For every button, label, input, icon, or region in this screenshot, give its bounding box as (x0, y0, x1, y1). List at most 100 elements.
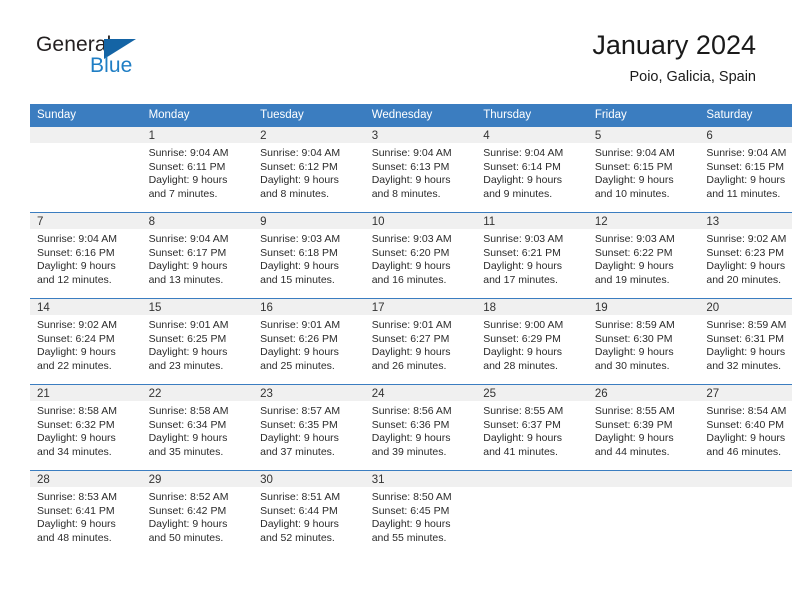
calendar-container: Sunday Monday Tuesday Wednesday Thursday… (30, 104, 792, 556)
weekday-header-tuesday: Tuesday (253, 104, 365, 127)
day-details (30, 143, 142, 147)
sunset-text: Sunset: 6:39 PM (594, 418, 673, 431)
calendar-day-cell[interactable]: 14 Sunrise: 9:02 AM Sunset: 6:24 PM Dayligh… (30, 298, 142, 385)
calendar-header-row: Sunday Monday Tuesday Wednesday Thursday… (30, 104, 792, 127)
calendar-day-cell[interactable]: 9 Sunrise: 9:03 AM Sunset: 6:18 PM Daylight… (253, 212, 365, 299)
daylight-text-line2: and 41 minutes. (483, 445, 558, 458)
sunrise-text: Sunrise: 9:02 AM (706, 233, 787, 245)
daylight-text-line1: Daylight: 9 hours (37, 346, 116, 359)
day-number: 26 (587, 385, 700, 401)
calendar-day-cell[interactable]: 19 Sunrise: 8:59 AM Sunset: 6:30 PM Dayligh… (587, 298, 700, 385)
calendar-day-cell[interactable]: 18 Sunrise: 9:00 AM Sunset: 6:29 PM Dayligh… (476, 298, 588, 385)
logo-text-blue: Blue (90, 54, 133, 77)
calendar-week-row: 14 Sunrise: 9:02 AM Sunset: 6:24 PM Dayligh… (30, 298, 792, 385)
day-details: Sunrise: 9:03 AM Sunset: 6:20 PM Daylight:… (365, 229, 477, 287)
day-number: 1 (141, 127, 254, 143)
calendar-day-cell[interactable]: 11 Sunrise: 9:03 AM Sunset: 6:21 PM Dayligh… (476, 212, 588, 299)
sunset-text: Sunset: 6:45 PM (371, 504, 450, 517)
calendar-week-row: 21 Sunrise: 8:58 AM Sunset: 6:32 PM Dayligh… (30, 384, 792, 471)
calendar-day-cell[interactable]: 24 Sunrise: 8:56 AM Sunset: 6:36 PM Dayligh… (364, 384, 477, 471)
calendar-day-cell[interactable]: 28 Sunrise: 8:53 AM Sunset: 6:41 PM Dayligh… (30, 470, 142, 556)
calendar-day-cell[interactable]: 12 Sunrise: 9:03 AM Sunset: 6:22 PM Dayligh… (587, 212, 700, 299)
sunset-text: Sunset: 6:21 PM (483, 246, 561, 259)
daylight-text-line2: and 26 minutes. (371, 359, 447, 372)
daylight-text-line1: Daylight: 9 hours (148, 518, 228, 531)
sunrise-text: Sunrise: 8:53 AM (37, 491, 117, 503)
calendar-day-cell[interactable]: 29 Sunrise: 8:52 AM Sunset: 6:42 PM Dayligh… (141, 470, 254, 556)
sunset-text: Sunset: 6:37 PM (483, 418, 561, 431)
day-details: Sunrise: 8:50 AM Sunset: 6:45 PM Daylight:… (365, 487, 477, 545)
day-number: 13 (699, 213, 792, 229)
calendar-day-cell[interactable]: 20 Sunrise: 8:59 AM Sunset: 6:31 PM Dayligh… (699, 298, 792, 385)
calendar-day-cell[interactable]: 4 Sunrise: 9:04 AM Sunset: 6:14 PM Daylight… (476, 126, 588, 213)
sunrise-text: Sunrise: 9:04 AM (706, 147, 787, 159)
day-number: 3 (364, 127, 477, 143)
calendar-day-cell[interactable]: 22 Sunrise: 8:58 AM Sunset: 6:34 PM Dayligh… (141, 384, 254, 471)
calendar-day-cell[interactable]: 1 Sunrise: 9:04 AM Sunset: 6:11 PM Daylight… (141, 126, 254, 213)
day-number: 18 (476, 299, 588, 315)
daylight-text-line1: Daylight: 9 hours (706, 174, 786, 187)
day-number: 27 (699, 385, 792, 401)
sunset-text: Sunset: 6:25 PM (148, 332, 227, 345)
day-details: Sunrise: 9:00 AM Sunset: 6:29 PM Daylight:… (476, 315, 588, 373)
day-details: Sunrise: 8:54 AM Sunset: 6:40 PM Daylight:… (699, 401, 792, 459)
page-title: January 2024 (592, 30, 756, 60)
sunrise-text: Sunrise: 8:59 AM (594, 319, 675, 331)
daylight-text-line2: and 20 minutes. (706, 273, 782, 286)
day-number: 28 (30, 471, 142, 487)
daylight-text-line2: and 10 minutes. (594, 187, 670, 200)
calendar-day-cell[interactable]: 27 Sunrise: 8:54 AM Sunset: 6:40 PM Dayligh… (699, 384, 792, 471)
daylight-text-line1: Daylight: 9 hours (260, 260, 339, 273)
calendar-day-cell[interactable]: 6 Sunrise: 9:04 AM Sunset: 6:15 PM Daylight… (699, 126, 792, 213)
calendar-day-cell[interactable]: 21 Sunrise: 8:58 AM Sunset: 6:32 PM Dayligh… (30, 384, 142, 471)
day-number: 19 (587, 299, 700, 315)
day-number: 6 (699, 127, 792, 143)
sunrise-text: Sunrise: 9:03 AM (483, 233, 564, 245)
day-number: 24 (364, 385, 477, 401)
day-details: Sunrise: 8:58 AM Sunset: 6:34 PM Daylight:… (142, 401, 254, 459)
day-details: Sunrise: 8:55 AM Sunset: 6:39 PM Daylight:… (588, 401, 700, 459)
day-details: Sunrise: 8:58 AM Sunset: 6:32 PM Daylight:… (30, 401, 142, 459)
sunset-text: Sunset: 6:15 PM (706, 160, 785, 173)
day-number: 14 (30, 299, 142, 315)
sunset-text: Sunset: 6:11 PM (148, 160, 226, 173)
calendar-day-cell[interactable]: 13 Sunrise: 9:02 AM Sunset: 6:23 PM Dayligh… (699, 212, 792, 299)
daylight-text-line2: and 9 minutes. (483, 187, 553, 200)
day-details: Sunrise: 9:04 AM Sunset: 6:15 PM Daylight:… (699, 143, 792, 201)
day-number (476, 471, 588, 487)
calendar-page: General Blue January 2024 Poio, Galicia,… (0, 0, 792, 612)
calendar-day-cell[interactable]: 2 Sunrise: 9:04 AM Sunset: 6:12 PM Daylight… (253, 126, 365, 213)
calendar-day-cell[interactable]: 23 Sunrise: 8:57 AM Sunset: 6:35 PM Dayligh… (253, 384, 365, 471)
calendar-day-cell[interactable]: 5 Sunrise: 9:04 AM Sunset: 6:15 PM Daylight… (587, 126, 700, 213)
sunrise-text: Sunrise: 8:55 AM (483, 405, 564, 417)
calendar-day-cell[interactable]: 26 Sunrise: 8:55 AM Sunset: 6:39 PM Dayligh… (587, 384, 700, 471)
daylight-text-line1: Daylight: 9 hours (371, 432, 451, 445)
day-number: 8 (141, 213, 254, 229)
daylight-text-line2: and 19 minutes. (594, 273, 670, 286)
calendar-day-cell[interactable]: 3 Sunrise: 9:04 AM Sunset: 6:13 PM Daylight… (364, 126, 477, 213)
sunrise-text: Sunrise: 9:03 AM (260, 233, 341, 245)
day-details (588, 487, 700, 491)
day-number: 15 (141, 299, 254, 315)
calendar-day-cell[interactable]: 31 Sunrise: 8:50 AM Sunset: 6:45 PM Dayligh… (364, 470, 477, 556)
calendar-day-cell[interactable]: 10 Sunrise: 9:03 AM Sunset: 6:20 PM Dayligh… (364, 212, 477, 299)
calendar-day-cell[interactable]: 8 Sunrise: 9:04 AM Sunset: 6:17 PM Daylight… (141, 212, 254, 299)
calendar-day-cell[interactable]: 25 Sunrise: 8:55 AM Sunset: 6:37 PM Dayligh… (476, 384, 588, 471)
sunset-text: Sunset: 6:16 PM (37, 246, 115, 259)
sunset-text: Sunset: 6:22 PM (594, 246, 673, 259)
sunrise-text: Sunrise: 8:58 AM (148, 405, 229, 417)
calendar-day-cell[interactable]: 17 Sunrise: 9:01 AM Sunset: 6:27 PM Dayligh… (364, 298, 477, 385)
weekday-header-saturday: Saturday (699, 104, 792, 127)
daylight-text-line2: and 25 minutes. (260, 359, 335, 372)
calendar-day-cell[interactable]: 15 Sunrise: 9:01 AM Sunset: 6:25 PM Dayligh… (141, 298, 254, 385)
daylight-text-line2: and 46 minutes. (706, 445, 782, 458)
calendar-day-cell[interactable]: 30 Sunrise: 8:51 AM Sunset: 6:44 PM Dayligh… (253, 470, 365, 556)
calendar-day-cell[interactable]: 16 Sunrise: 9:01 AM Sunset: 6:26 PM Dayligh… (253, 298, 365, 385)
calendar-day-cell[interactable]: 7 Sunrise: 9:04 AM Sunset: 6:16 PM Daylight… (30, 212, 142, 299)
day-number: 20 (699, 299, 792, 315)
general-blue-logo[interactable]: General Blue (36, 33, 166, 85)
sunset-text: Sunset: 6:42 PM (148, 504, 227, 517)
daylight-text-line1: Daylight: 9 hours (260, 518, 339, 531)
daylight-text-line1: Daylight: 9 hours (594, 174, 674, 187)
daylight-text-line2: and 48 minutes. (37, 531, 112, 544)
